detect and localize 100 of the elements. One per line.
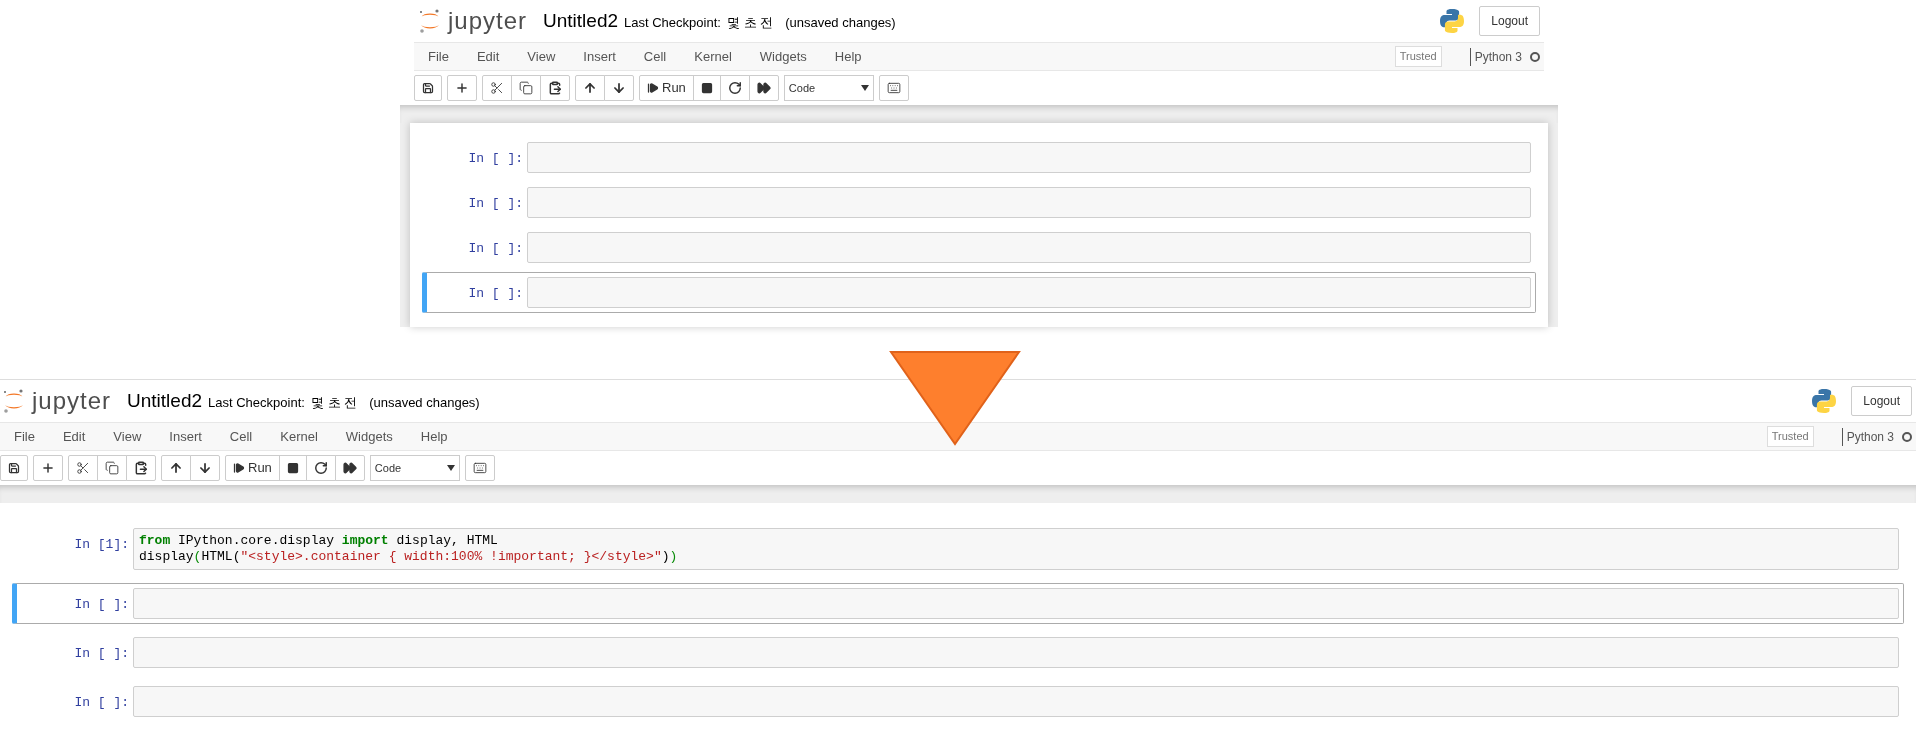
menu-item[interactable]: Help <box>406 426 462 447</box>
move-down-button[interactable] <box>190 455 220 481</box>
clipboard-icon <box>134 461 148 475</box>
save-button[interactable] <box>414 75 442 101</box>
code-input-field[interactable] <box>133 588 1899 619</box>
code-input-field[interactable] <box>527 187 1531 218</box>
paste-button[interactable] <box>126 455 156 481</box>
notebook-cell[interactable]: In [1]: from IPython.core.display import display, HTML display(HTML("<style>.container { width:100% !important; }</style>")) <box>12 523 1904 575</box>
paste-button[interactable] <box>540 75 570 101</box>
input-prompt: In [ ]: <box>467 240 524 258</box>
cut-button[interactable] <box>482 75 512 101</box>
menu-item[interactable]: File <box>414 46 463 67</box>
notebook-cell[interactable]: In [ ]: <box>12 681 1904 722</box>
cell-type-dropdown[interactable]: Code <box>783 75 874 101</box>
code-input-field[interactable]: from IPython.core.display import display, HTML display(HTML("<style>.container { width:100% !important; }</style>")) <box>133 528 1899 570</box>
notebook-cell[interactable]: In [ ]: <box>422 272 1536 313</box>
restart-button[interactable] <box>719 75 750 101</box>
insert-cell-button[interactable] <box>447 75 477 101</box>
keyboard-shortcuts-button[interactable] <box>464 455 495 481</box>
code-input-field[interactable] <box>527 232 1531 263</box>
save-button[interactable] <box>0 455 28 481</box>
menu-item[interactable]: Insert <box>569 46 630 67</box>
step-forward-icon <box>647 82 659 94</box>
notebook-title[interactable]: Untitled2 <box>543 6 619 36</box>
restart-icon <box>313 461 328 475</box>
caret-icon <box>446 465 455 471</box>
input-prompt: In [ ]: <box>467 195 524 213</box>
logout-button[interactable]: Logout <box>1851 386 1912 416</box>
cut-button[interactable] <box>68 455 98 481</box>
jupyter-wordmark: jupyter <box>448 9 528 33</box>
run-all-button[interactable] <box>748 75 779 101</box>
copy-icon <box>105 461 119 475</box>
clipboard-icon <box>548 81 562 95</box>
restart-button[interactable] <box>305 455 336 481</box>
menu-item[interactable]: Help <box>820 46 876 67</box>
input-prompt: In [ ]: <box>73 645 130 663</box>
stop-button[interactable] <box>278 455 307 481</box>
notebook-title[interactable]: Untitled2 <box>127 386 203 416</box>
scissors-icon <box>490 81 504 95</box>
python-logo-icon <box>1439 8 1466 34</box>
move-down-button[interactable] <box>604 75 634 101</box>
kernel-name: Python 3 <box>1469 47 1522 66</box>
checkpoint-label: Last Checkpoint: <box>624 13 721 32</box>
move-up-button[interactable] <box>575 75 605 101</box>
scissors-icon <box>76 461 90 475</box>
menu-item[interactable]: File <box>0 426 49 447</box>
code-input-field[interactable] <box>527 277 1531 308</box>
menu-item[interactable]: Insert <box>155 426 216 447</box>
menu-item[interactable]: View <box>99 426 156 447</box>
menu-item[interactable]: Edit <box>462 46 514 67</box>
code-input-field[interactable] <box>133 637 1899 668</box>
checkpoint-time: 몇 초 전 <box>726 13 774 32</box>
kernel-name: Python 3 <box>1841 427 1894 446</box>
step-forward-icon <box>233 462 245 474</box>
cell-type-dropdown[interactable]: Code <box>369 455 460 481</box>
menu-item[interactable]: Widgets <box>745 46 821 67</box>
trusted-indicator[interactable]: Trusted <box>1394 46 1442 67</box>
run-all-button[interactable] <box>334 455 365 481</box>
code-input-field[interactable] <box>133 686 1899 717</box>
menu-item[interactable]: Cell <box>629 46 681 67</box>
plus-icon <box>455 81 469 95</box>
down-arrow-icon <box>889 350 1021 446</box>
caret-icon <box>860 85 869 91</box>
menu-item[interactable]: Widgets <box>331 426 407 447</box>
notebook-cell[interactable]: In [ ]: <box>422 227 1536 268</box>
input-prompt: In [ ]: <box>73 596 130 614</box>
copy-button[interactable] <box>511 75 541 101</box>
code-line: display(HTML("<style>.container { width:100% !important; }</style>")) <box>139 549 679 565</box>
move-up-button[interactable] <box>161 455 191 481</box>
checkpoint-label: Last Checkpoint: <box>208 393 305 412</box>
stop-icon <box>700 82 713 94</box>
stop-button[interactable] <box>692 75 721 101</box>
code-input-field[interactable] <box>527 142 1531 173</box>
save-icon <box>8 462 20 474</box>
input-prompt: In [ ]: <box>73 694 130 712</box>
input-prompt: In [ ]: <box>467 150 524 168</box>
logout-button[interactable]: Logout <box>1479 6 1540 36</box>
notebook-cell[interactable]: In [ ]: <box>12 583 1904 624</box>
trusted-indicator[interactable]: Trusted <box>1766 426 1814 447</box>
notebook-cell[interactable]: In [ ]: <box>422 137 1536 178</box>
input-prompt: In [1]: <box>73 536 130 554</box>
run-button[interactable]: Run <box>225 455 280 481</box>
menu-item[interactable]: Kernel <box>266 426 332 447</box>
insert-cell-button[interactable] <box>33 455 63 481</box>
notebook-cell[interactable]: In [ ]: <box>12 632 1904 673</box>
save-status: (unsaved changes) <box>785 13 896 32</box>
menu-item[interactable]: Edit <box>48 426 100 447</box>
fast-forward-icon <box>756 81 771 95</box>
copy-button[interactable] <box>97 455 127 481</box>
restart-icon <box>727 81 742 95</box>
menu-item[interactable]: View <box>513 46 570 67</box>
notebook-cell[interactable]: In [ ]: <box>422 182 1536 223</box>
code-line: from IPython.core.display import display, HTML <box>139 533 499 549</box>
run-button[interactable]: Run <box>639 75 694 101</box>
jupyter-wordmark: jupyter <box>32 389 112 413</box>
menu-item[interactable]: Kernel <box>680 46 746 67</box>
menu-item[interactable]: Cell <box>215 426 267 447</box>
plus-icon <box>41 461 55 475</box>
keyboard-shortcuts-button[interactable] <box>878 75 909 101</box>
save-icon <box>422 82 434 94</box>
